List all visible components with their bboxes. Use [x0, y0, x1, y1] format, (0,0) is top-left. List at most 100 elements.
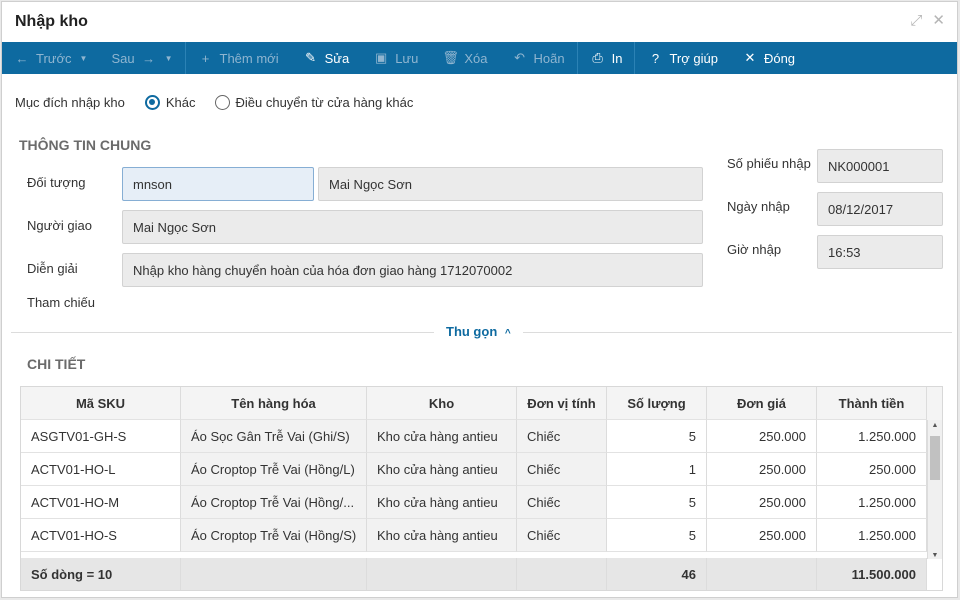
table-row[interactable]: ACTV01-HO-S Áo Croptop Trễ Vai (Hồng/S) Kh…	[21, 519, 942, 552]
radio-selected-icon[interactable]	[144, 94, 160, 110]
dien-giai-field[interactable]: Nhập kho hàng chuyển hoàn của hóa đơn gi…	[122, 253, 703, 287]
table-row[interactable]: ASGTV01-GH-S Áo Sọc Gân Trễ Vai (Ghi/S) Kh…	[21, 420, 942, 453]
close-window-icon[interactable]: ✕	[932, 13, 945, 28]
toolbar-button-5[interactable]: 🗑 Xóa	[430, 42, 499, 74]
scroll-up-icon[interactable]: ▲	[928, 422, 942, 429]
column-header[interactable]: Tên hàng hóa	[181, 387, 367, 420]
table-cell[interactable]: 250.000	[707, 453, 817, 486]
toolbar-button-label: Trước	[36, 50, 72, 66]
table-cell[interactable]: ACTV01-HO-M	[21, 486, 181, 519]
table-cell[interactable]: Áo Croptop Trễ Vai (Hồng/...	[181, 486, 367, 519]
purpose-group: Mục đích nhập kho Khác Điều chuyển từ cử…	[15, 92, 432, 112]
maximize-icon[interactable]: ⤢	[910, 13, 922, 28]
table-cell[interactable]: 250.000	[707, 486, 817, 519]
toolbar: ← Trước ▼ Sau → ▼ + Thêm mới ✎ Sửa ▣ Lưu 🗑 Xóa ↶ Hoãn ⎙ I…	[2, 42, 957, 74]
column-header[interactable]: Thành tiền	[817, 387, 927, 420]
footer-empty	[181, 558, 367, 590]
table-row[interactable]: ACTV01-HO-L Áo Croptop Trễ Vai (Hồng/L) Kh…	[21, 453, 942, 486]
table-cell[interactable]: Áo Croptop Trễ Vai (Hồng/S)	[181, 519, 367, 552]
table-cell[interactable]: Chiếc	[517, 420, 607, 453]
column-header[interactable]: Đơn giá	[707, 387, 817, 420]
toolbar-button-label: In	[611, 50, 623, 66]
toolbar-button-label: Sửa	[324, 50, 350, 66]
doi-tuong-code-input[interactable]: mnson	[122, 167, 314, 201]
nguoi-giao-field[interactable]: Mai Ngọc Sơn	[122, 210, 703, 244]
radio-unselected-icon[interactable]	[214, 94, 230, 110]
column-header[interactable]: Đơn vị tính	[517, 387, 607, 420]
radio-khac-label: Khác	[165, 94, 196, 110]
gio-nhap-field[interactable]: 16:53	[817, 235, 943, 269]
radio-khac[interactable]: Khác	[144, 94, 196, 110]
toolbar-button-8[interactable]: ? Trợ giúp	[635, 42, 730, 74]
collapse-button[interactable]: Thu gọn ^	[434, 324, 523, 339]
footer-empty	[707, 558, 817, 590]
table-cell[interactable]: 250.000	[817, 453, 927, 486]
table-cell[interactable]: Áo Sọc Gân Trễ Vai (Ghi/S)	[181, 420, 367, 453]
table-cell[interactable]: ASGTV01-GH-S	[21, 420, 181, 453]
toolbar-button-6[interactable]: ↶ Hoãn	[500, 42, 577, 74]
help-icon: ?	[651, 50, 660, 66]
toolbar-button-0[interactable]: ← Trước ▼	[2, 42, 99, 74]
tham-chieu-label: Tham chiếu	[27, 295, 95, 310]
close-icon: ✕	[744, 50, 756, 65]
footer-total-qty: 46	[607, 558, 707, 590]
nguoi-giao-label: Người giao	[27, 218, 92, 233]
caret-down-icon[interactable]: ▼	[80, 54, 88, 63]
table-row[interactable]: ACTV01-HO-M Áo Croptop Trễ Vai (Hồng/... K…	[21, 486, 942, 519]
radio-dieu-chuyen-label: Điều chuyển từ cửa hàng khác	[235, 94, 414, 110]
table-cell[interactable]: 5	[607, 420, 707, 453]
table-cell[interactable]: 250.000	[707, 519, 817, 552]
arrow-left-icon: ←	[15, 50, 29, 66]
header-corner	[927, 387, 942, 420]
scroll-thumb[interactable]	[930, 436, 940, 480]
toolbar-button-7[interactable]: ⎙ In	[578, 42, 635, 74]
detail-section-title: CHI TIẾT	[27, 356, 86, 372]
table-cell[interactable]: Kho cửa hàng antieu	[367, 519, 517, 552]
table-cell[interactable]: 1	[607, 453, 707, 486]
radio-dieu-chuyen[interactable]: Điều chuyển từ cửa hàng khác	[214, 94, 414, 110]
ngay-nhap-field[interactable]: 08/12/2017	[817, 192, 943, 226]
table-cell[interactable]: 5	[607, 519, 707, 552]
table-cell[interactable]: Kho cửa hàng antieu	[367, 453, 517, 486]
column-header[interactable]: Kho	[367, 387, 517, 420]
table-cell[interactable]: 1.250.000	[817, 486, 927, 519]
toolbar-button-9[interactable]: ✕ Đóng	[730, 42, 807, 74]
arrow-right-icon: →	[142, 50, 156, 66]
column-header[interactable]: Mã SKU	[21, 387, 181, 420]
general-section-title: THÔNG TIN CHUNG	[19, 137, 152, 153]
doi-tuong-label: Đối tượng	[27, 175, 86, 190]
caret-down-icon[interactable]: ▼	[165, 54, 173, 63]
table-cell[interactable]: Chiếc	[517, 453, 607, 486]
toolbar-button-2[interactable]: + Thêm mới	[186, 42, 291, 74]
doi-tuong-name-field[interactable]: Mai Ngọc Sơn	[318, 167, 703, 201]
table-cell[interactable]: 1.250.000	[817, 420, 927, 453]
footer-total-amount: 11.500.000	[817, 558, 927, 590]
vertical-scrollbar[interactable]: ▲ ▼	[927, 420, 942, 559]
toolbar-button-label: Xóa	[464, 50, 488, 66]
toolbar-button-3[interactable]: ✎ Sửa	[291, 42, 362, 74]
table-cell[interactable]: Áo Croptop Trễ Vai (Hồng/L)	[181, 453, 367, 486]
toolbar-button-label: Sau	[111, 50, 135, 66]
scroll-down-icon[interactable]: ▼	[928, 552, 942, 559]
table-cell[interactable]: Chiếc	[517, 519, 607, 552]
footer-empty	[517, 558, 607, 590]
so-phieu-label: Số phiếu nhập	[727, 156, 811, 171]
table-cell[interactable]: ACTV01-HO-S	[21, 519, 181, 552]
table-cell[interactable]: ACTV01-HO-L	[21, 453, 181, 486]
table-cell[interactable]: Kho cửa hàng antieu	[367, 420, 517, 453]
undo-icon: ↶	[514, 50, 525, 65]
table-cell[interactable]: 5	[607, 486, 707, 519]
table-cell[interactable]: Kho cửa hàng antieu	[367, 486, 517, 519]
column-header[interactable]: Số lượng	[607, 387, 707, 420]
dien-giai-label: Diễn giải	[27, 261, 78, 276]
so-phieu-field[interactable]: NK000001	[817, 149, 943, 183]
collapse-label: Thu gọn	[446, 324, 498, 339]
toolbar-button-1[interactable]: Sau → ▼	[99, 42, 184, 74]
toolbar-button-label: Hoãn	[533, 50, 565, 66]
table-cell[interactable]: 250.000	[707, 420, 817, 453]
detail-grid: Mã SKU Tên hàng hóa Kho Đơn vị tính Số lượng…	[20, 386, 943, 591]
toolbar-button-4[interactable]: ▣ Lưu	[361, 42, 430, 74]
table-cell[interactable]: 1.250.000	[817, 519, 927, 552]
table-cell[interactable]: Chiếc	[517, 486, 607, 519]
window-title: Nhập kho	[15, 12, 88, 30]
